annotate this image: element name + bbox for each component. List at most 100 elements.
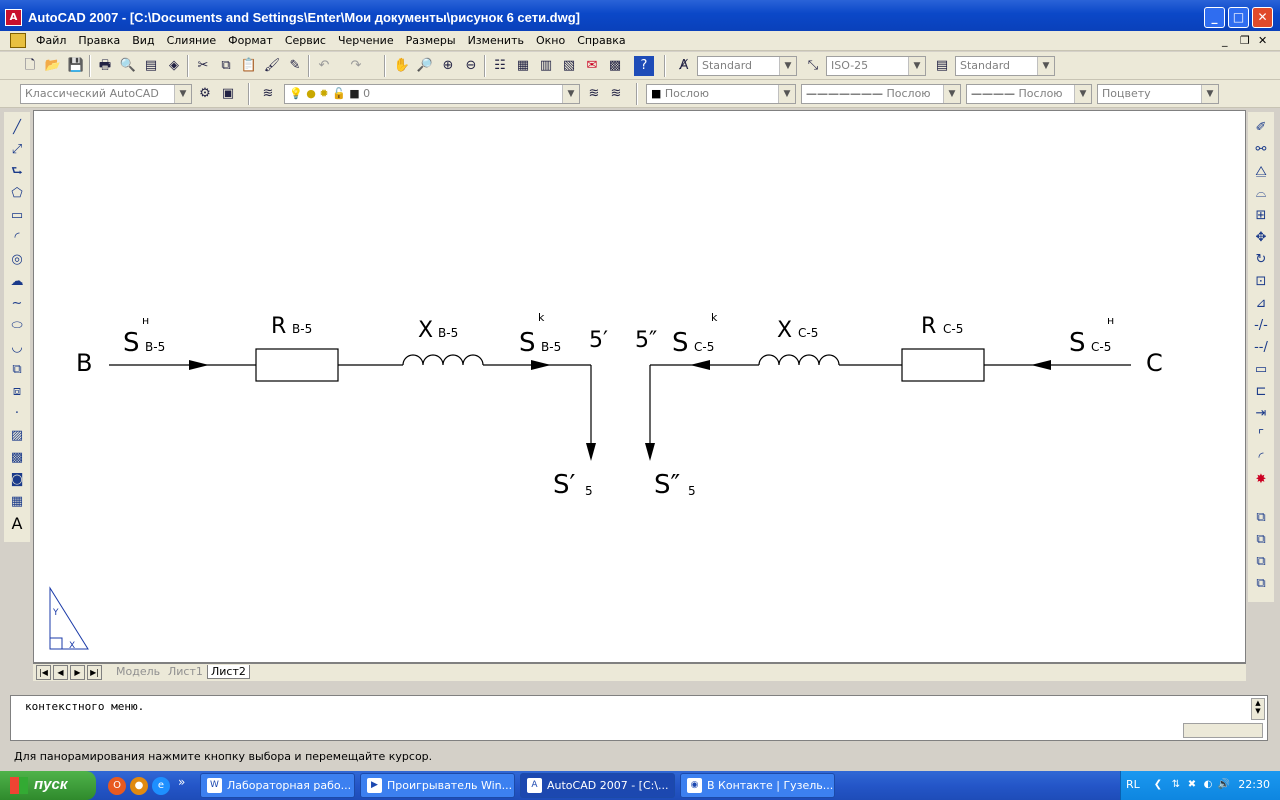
prev-tab-icon[interactable]: ◀ [53,665,68,680]
drawing-canvas[interactable]: B C S н В-5 R В-5 X В-5 S k В-5 5′ 5″ S … [33,110,1246,663]
revision-cloud-icon[interactable]: ☁ [7,272,27,292]
doc-close-button[interactable]: ✕ [1258,34,1267,47]
zoom-previous-icon[interactable]: ⊖ [461,56,481,76]
ellipse-icon[interactable]: ⬭ [7,316,27,336]
design-center-icon[interactable]: ▦ [513,56,533,76]
3d-print-icon[interactable]: ◈ [164,56,184,76]
zoom-realtime-icon[interactable]: 🔎 [415,56,435,76]
table-style-icon[interactable]: ▤ [932,56,952,76]
polygon-icon[interactable]: ⬠ [7,184,27,204]
print-icon[interactable]: 🖶 [95,56,115,76]
menu-view[interactable]: Вид [126,34,160,47]
lineweight-select[interactable]: ———— Послою ▼ [966,84,1092,104]
table-style-select[interactable]: Standard ▼ [955,56,1055,76]
menu-merge[interactable]: Слияние [161,34,223,47]
tab-sheet1[interactable]: Лист1 [165,665,206,678]
quicklaunch-more-icon[interactable]: » [178,775,185,789]
block-edit-icon[interactable]: ✎ [285,56,305,76]
ie-icon[interactable]: e [152,777,170,795]
menu-format[interactable]: Формат [222,34,279,47]
task-vkontakte[interactable]: ◉ В Контакте | Гузель... [680,773,835,798]
workspace-settings-icon[interactable]: ⚙ [195,84,215,104]
tool-palettes-icon[interactable]: ▥ [536,56,556,76]
workspace-save-icon[interactable]: ▣ [218,84,238,104]
draworder-under-icon[interactable]: ⧉ [1251,574,1271,594]
autocad-app-icon[interactable]: A [5,9,22,26]
save-icon[interactable]: 💾 [66,56,86,76]
help-icon[interactable]: ? [634,56,654,76]
last-tab-icon[interactable]: ▶| [87,665,102,680]
menu-help[interactable]: Справка [571,34,631,47]
dim-style-icon[interactable]: ⤡ [803,56,823,76]
arc-icon[interactable]: ◜ [7,228,27,248]
command-window[interactable]: контекстного меню. ▲ ▼ [10,695,1268,741]
undo-icon[interactable]: ↶ [314,56,334,76]
copy-icon[interactable]: ⧉ [216,56,236,76]
point-icon[interactable]: · [7,404,27,424]
polyline-icon[interactable]: ⮑ [7,162,27,182]
properties-icon[interactable]: ☷ [490,56,510,76]
gradient-icon[interactable]: ▩ [7,448,27,468]
ellipse-arc-icon[interactable]: ◡ [7,338,27,358]
explode-icon[interactable]: ✸ [1251,470,1271,490]
color-select[interactable]: ■ Послою ▼ [646,84,796,104]
tray-app-icon[interactable]: ◐ [1201,778,1215,792]
menu-draw[interactable]: Черчение [332,34,400,47]
minimize-button[interactable]: _ [1204,7,1225,28]
join-icon[interactable]: ⇥ [1251,404,1271,424]
fillet-icon[interactable]: ◜ [1251,448,1271,468]
volume-icon[interactable]: 🔊 [1217,778,1231,792]
redo-icon[interactable]: ↷ [346,56,366,76]
array-icon[interactable]: ⊞ [1251,206,1271,226]
rectangle-icon[interactable]: ▭ [7,206,27,226]
layer-select[interactable]: 💡 ● ✹ 🔓 ■ 0 ▼ [284,84,580,104]
layer-previous-icon[interactable]: ≋ [606,84,626,104]
pan-icon[interactable]: ✋ [392,56,412,76]
first-tab-icon[interactable]: |◀ [36,665,51,680]
calculator-icon[interactable]: ▩ [605,56,625,76]
preview-icon[interactable]: 🔍 [118,56,138,76]
copy-object-icon[interactable]: ⚯ [1251,140,1271,160]
insert-block-icon[interactable]: ⧉ [7,360,27,380]
maximize-button[interactable]: □ [1228,7,1249,28]
hatch-icon[interactable]: ▨ [7,426,27,446]
line-icon[interactable]: ╱ [7,118,27,138]
erase-icon[interactable]: ✐ [1251,118,1271,138]
break-at-point-icon[interactable]: ▭ [1251,360,1271,380]
tray-back-icon[interactable]: ❮ [1151,778,1165,792]
task-lab-work[interactable]: W Лабораторная рабо... [200,773,355,798]
tab-model[interactable]: Модель [113,665,163,678]
table-icon[interactable]: ▦ [7,492,27,512]
linetype-select[interactable]: ——————— Послою ▼ [801,84,961,104]
spline-icon[interactable]: ∼ [7,294,27,314]
rotate-icon[interactable]: ↻ [1251,250,1271,270]
make-block-icon[interactable]: ⧈ [7,382,27,402]
paste-icon[interactable]: 📋 [239,56,259,76]
scale-icon[interactable]: ⊡ [1251,272,1271,292]
chamfer-icon[interactable]: ⌜ [1251,426,1271,446]
mirror-icon[interactable]: ⧋ [1251,162,1271,182]
workspace-select[interactable]: Классический AutoCAD ▼ [20,84,192,104]
break-icon[interactable]: ⊏ [1251,382,1271,402]
sheet-set-icon[interactable]: ▧ [559,56,579,76]
zoom-window-icon[interactable]: ⊕ [438,56,458,76]
extend-icon[interactable]: --/ [1251,338,1271,358]
circle-icon[interactable]: ◎ [7,250,27,270]
draworder-back-icon[interactable]: ⧉ [1251,530,1271,550]
move-icon[interactable]: ✥ [1251,228,1271,248]
plotstyle-select[interactable]: Поцвету ▼ [1097,84,1219,104]
command-horizontal-scrollbar[interactable] [1183,723,1263,738]
trim-icon[interactable]: -/- [1251,316,1271,336]
text-style-icon[interactable]: A̸ [674,56,694,76]
next-tab-icon[interactable]: ▶ [70,665,85,680]
start-button[interactable]: пуск [0,771,96,800]
menu-file[interactable]: Файл [30,34,72,47]
layer-manager-icon[interactable]: ≋ [258,84,278,104]
match-properties-icon[interactable]: 🖌 [262,56,282,76]
task-media-player[interactable]: ▶ Проигрыватель Win... [360,773,515,798]
menu-dimension[interactable]: Размеры [400,34,462,47]
close-button[interactable]: ✕ [1252,7,1273,28]
new-icon[interactable]: 🗋 [20,56,40,76]
doc-minimize-button[interactable]: _ [1222,34,1228,47]
network-icon[interactable]: ⇅ [1169,778,1183,792]
